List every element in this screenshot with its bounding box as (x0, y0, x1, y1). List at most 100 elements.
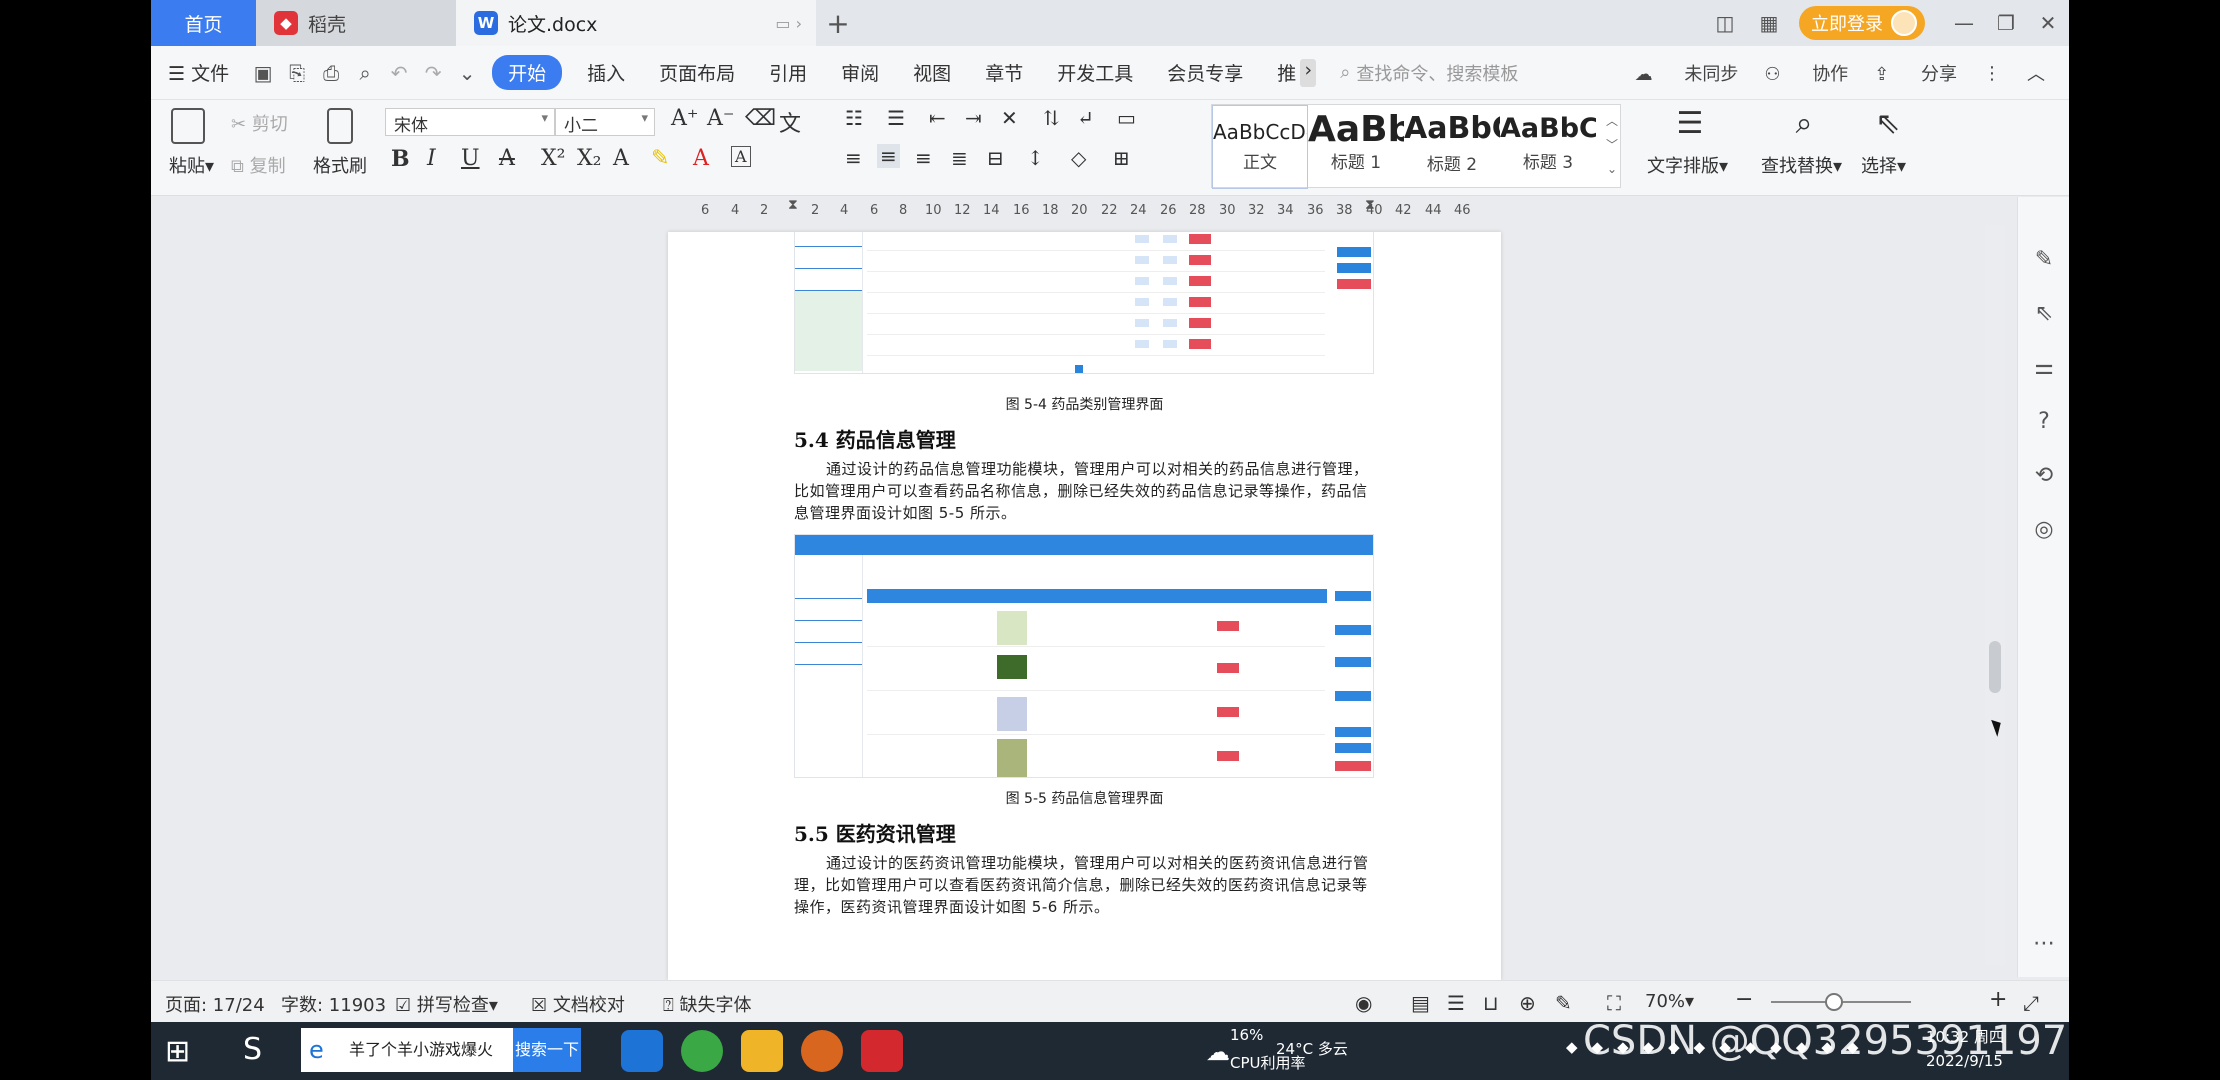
file-menu[interactable]: ☰ 文件 (151, 59, 246, 86)
table-tool-icon[interactable]: ▭ (1117, 106, 1136, 130)
taskbar-search[interactable]: e 羊了个羊小游戏爆火 搜索一下 (301, 1028, 581, 1072)
increase-indent-icon[interactable]: ⇥ (965, 106, 982, 130)
right-indent-marker-icon[interactable]: ⧗ (1365, 197, 1375, 213)
collab-button[interactable]: ⚇ 协作 (1764, 60, 1848, 86)
char-border-icon[interactable]: A (731, 146, 751, 167)
more-tools-icon[interactable]: ⋯ (2018, 917, 2069, 971)
text-layout-icon[interactable]: ☰ (1673, 106, 1707, 142)
redo-icon[interactable]: ↷ (416, 61, 450, 85)
bullet-list-icon[interactable]: ☷ (845, 106, 863, 130)
save-icon[interactable]: ▣ (246, 61, 280, 85)
font-size-select[interactable]: 小二 (555, 108, 655, 136)
compass-icon[interactable]: ◎ (2018, 503, 2069, 557)
align-right-icon[interactable]: ≡ (915, 146, 932, 170)
command-search[interactable]: ⌕ 查找命令、搜索模板 (1340, 60, 1518, 86)
browser-app-icon[interactable] (681, 1030, 723, 1072)
login-button[interactable]: 立即登录 (1799, 6, 1925, 40)
pen-icon[interactable]: ✎ (2018, 233, 2069, 287)
menu-view[interactable]: 视图 (896, 59, 968, 86)
menu-chapter[interactable]: 章节 (968, 59, 1040, 86)
print-preview-icon[interactable]: ⌕ (348, 61, 382, 85)
menu-insert[interactable]: 插入 (570, 59, 642, 86)
font-color-icon[interactable]: A (693, 146, 709, 171)
italic-icon[interactable]: I (427, 146, 436, 171)
find-replace-button[interactable]: 查找替换▾ (1761, 152, 1842, 178)
write-mode-icon[interactable]: ✎ (1555, 991, 1572, 1015)
page-indicator[interactable]: 页面: 17/24 (165, 991, 265, 1017)
superscript-icon[interactable]: X² (541, 146, 565, 171)
distribute-icon[interactable]: ⊟ (987, 146, 1004, 170)
add-tab-button[interactable]: + (816, 0, 860, 46)
clear-format-icon[interactable]: ⌫ (745, 106, 776, 131)
grow-font-icon[interactable]: A⁺ (671, 106, 699, 131)
subscript-icon[interactable]: X₂ (577, 146, 601, 171)
fit-page-icon[interactable]: ⛶ (1607, 991, 1621, 1015)
layout-icon[interactable]: ◫ (1703, 11, 1747, 35)
horizontal-ruler[interactable]: 6 4 2 2 4 6 8 10 12 14 16 18 20 22 24 26… (151, 197, 2069, 225)
menu-start[interactable]: 开始 (492, 55, 563, 90)
select-button[interactable]: 选择▾ (1861, 152, 1906, 178)
menu-references[interactable]: 引用 (752, 59, 824, 86)
undo-icon[interactable]: ↶ (382, 61, 416, 85)
style-normal[interactable]: AaBbCcDd 正文 (1212, 105, 1308, 189)
tab-home[interactable]: 首页 (151, 0, 256, 46)
export-pdf-icon[interactable]: ⎘ (280, 61, 314, 85)
chinese-layout-icon[interactable]: ✕ (1001, 106, 1018, 130)
menu-recommend[interactable]: 推 (1260, 59, 1300, 86)
page-view-icon[interactable]: ▤ (1411, 991, 1430, 1015)
phonetic-icon[interactable]: 文 (779, 106, 801, 138)
menu-scroll-right-icon[interactable]: › (1300, 58, 1317, 87)
style-gallery-scroll[interactable]: ︿ ﹀ ⌄ (1606, 109, 1618, 181)
copy-button[interactable]: ⧉ 复制 (231, 152, 286, 178)
close-window-button[interactable]: ✕ (2027, 11, 2069, 35)
word-count[interactable]: 字数: 11903 (281, 991, 386, 1017)
help-icon[interactable]: ? (2018, 395, 2069, 449)
apps-grid-icon[interactable]: ▦ (1747, 11, 1791, 35)
vertical-scrollbar[interactable] (1985, 225, 2005, 965)
settings-sliders-icon[interactable]: ⚌ (2018, 341, 2069, 395)
translate-icon[interactable]: ⟲ (2018, 449, 2069, 503)
web-view-icon[interactable]: ⊕ (1519, 991, 1536, 1015)
restore-button[interactable]: ❐ (1985, 11, 2027, 35)
underline-icon[interactable]: U (461, 146, 480, 171)
menu-page-layout[interactable]: 页面布局 (642, 59, 752, 86)
style-heading1[interactable]: AaBb 标题 1 (1308, 105, 1404, 189)
wps-app-icon[interactable] (861, 1030, 903, 1072)
font-family-select[interactable]: 宋体 (385, 108, 555, 136)
borders-icon[interactable]: ⊞ (1113, 146, 1130, 170)
document-page[interactable]: 图 5-4 药品类别管理界面 5.4 药品信息管理 通过设计的药品信息管理功能模… (668, 232, 1501, 980)
highlight-icon[interactable]: ✎ (651, 146, 669, 171)
zoom-select[interactable]: 70%▾ (1645, 991, 1694, 1012)
outline-view-icon[interactable]: ☰ (1447, 991, 1465, 1015)
menu-developer[interactable]: 开发工具 (1040, 59, 1150, 86)
file-explorer-icon[interactable] (741, 1030, 783, 1072)
select-pointer-icon[interactable]: ⇖ (1871, 106, 1905, 142)
share-button[interactable]: ⇪ 分享 (1874, 60, 1957, 86)
pointer-icon[interactable]: ⇖ (2018, 287, 2069, 341)
paste-icon[interactable] (171, 108, 205, 144)
align-center-icon[interactable]: ≡ (877, 144, 900, 168)
align-left-icon[interactable]: ≡ (845, 146, 862, 170)
line-spacing-icon[interactable]: ↕ (1027, 146, 1044, 170)
zoom-slider-knob[interactable] (1825, 993, 1843, 1011)
more-icon[interactable]: ⋮ (1983, 63, 2001, 84)
zoom-out-icon[interactable]: − (1735, 987, 1753, 1012)
paste-button[interactable]: 粘贴▾ (169, 152, 214, 178)
minimize-button[interactable]: — (1943, 11, 1985, 35)
reading-view-icon[interactable]: ⊔ (1483, 991, 1499, 1015)
text-effect-icon[interactable]: A (613, 146, 629, 171)
taskbar-search-button[interactable]: 搜索一下 (513, 1028, 581, 1072)
decrease-indent-icon[interactable]: ⇤ (929, 106, 946, 130)
quick-access-more-icon[interactable]: ⌄ (450, 61, 484, 85)
zoom-in-icon[interactable]: + (1989, 987, 2007, 1012)
text-layout-button[interactable]: 文字排版▾ (1647, 152, 1728, 178)
shading-icon[interactable]: ◇ (1071, 146, 1086, 170)
proofread-button[interactable]: ☒ 文档校对 (531, 991, 625, 1017)
menu-review[interactable]: 审阅 (824, 59, 896, 86)
sort-icon[interactable]: ⇅ (1043, 106, 1060, 130)
menu-member[interactable]: 会员专享 (1150, 59, 1260, 86)
game-app-icon[interactable] (801, 1030, 843, 1072)
missing-font-button[interactable]: ⍰ 缺失字体 (663, 991, 752, 1017)
strikethrough-icon[interactable]: A (499, 146, 515, 171)
format-painter-icon[interactable] (327, 108, 353, 144)
